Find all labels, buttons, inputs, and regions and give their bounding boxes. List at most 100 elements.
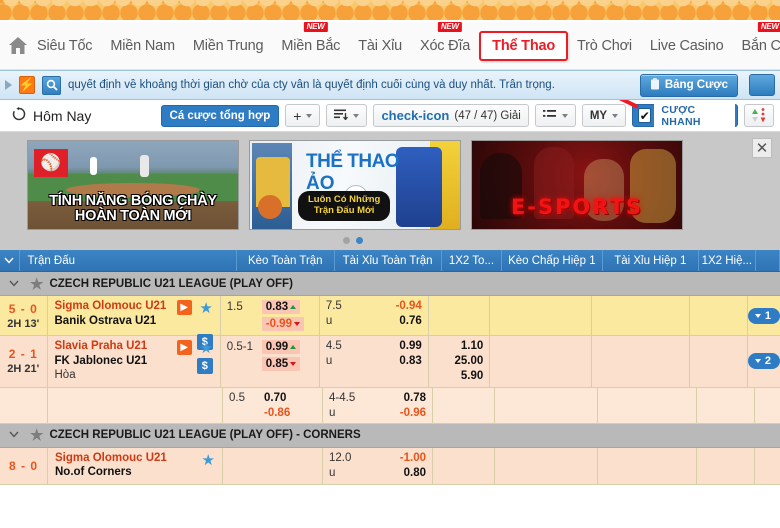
one-x-two-half-cell[interactable] [690, 296, 748, 335]
handicap-full-cell[interactable]: 0.5-10.990.85 [221, 336, 320, 387]
match-row[interactable]: 8 - 0Sigma Olomouc U21No.of Corners★12.0… [0, 448, 780, 485]
handicap-odds-home[interactable]: 0.99 [262, 340, 300, 354]
column-header-t-i-x-u-hi-p-1[interactable]: Tài Xỉu Hiệp 1 [603, 250, 700, 271]
combo-bet-button[interactable]: Cá cược tổng hợp [161, 105, 280, 127]
nav-item-t-i-x-u[interactable]: Tài Xỉu [349, 34, 411, 58]
one-x-two-full-cell[interactable] [429, 296, 490, 335]
one-x-two-half-cell[interactable] [697, 448, 755, 484]
over-under-half-cell[interactable] [598, 388, 697, 423]
column-header-1x2-hi-[interactable]: 1X2 Hiệ... [699, 250, 756, 271]
live-stream-icon[interactable]: ▶ [177, 340, 192, 355]
away-team[interactable]: Banik Ostrava U21 [55, 315, 215, 329]
column-header-k-o-to-n-tr-n[interactable]: Kèo Toàn Trận [237, 250, 334, 271]
nav-item-b-n-c-[interactable]: Bắn CáNEW [732, 34, 780, 58]
search-icon[interactable] [42, 76, 61, 95]
handicap-half-cell[interactable] [490, 296, 592, 335]
collapse-all-icon[interactable] [0, 250, 20, 271]
home-icon[interactable] [8, 36, 28, 55]
lightning-icon[interactable]: ⚡ [19, 76, 35, 94]
carousel-dot-active[interactable] [356, 237, 363, 244]
leagues-filter-button[interactable]: check-icon (47 / 47) Giải [373, 104, 528, 127]
live-stream-icon[interactable]: ▶ [177, 300, 192, 315]
chevron-down-icon[interactable] [4, 278, 24, 290]
over-under-half-cell[interactable] [592, 296, 690, 335]
more-markets-pill[interactable]: 1 [748, 308, 780, 324]
over-under-full-cell[interactable]: 7.5-0.94u0.76 [320, 296, 429, 335]
column-header-k-o-ch-p-hi-p-1[interactable]: Kèo Chấp Hiệp 1 [502, 250, 602, 271]
star-icon[interactable]: ★ [202, 451, 215, 469]
more-markets-pill[interactable]: 2 [748, 353, 780, 369]
one-x-two-odds[interactable]: 1.10 [461, 340, 483, 352]
star-icon[interactable]: ★ [199, 339, 212, 357]
handicap-odds-away[interactable]: -0.86 [264, 407, 290, 419]
close-icon[interactable]: ✕ [752, 138, 772, 158]
one-x-two-full-cell[interactable] [433, 448, 495, 484]
handicap-odds-home[interactable]: 0.70 [264, 392, 286, 404]
over-odds[interactable]: 0.99 [399, 340, 421, 352]
column-header-blank[interactable] [756, 250, 780, 271]
under-odds[interactable]: -0.96 [400, 407, 426, 419]
handicap-odds-home[interactable]: 0.83 [262, 300, 300, 314]
odds-format-button[interactable]: MY [582, 104, 626, 127]
under-odds[interactable]: 0.76 [399, 315, 421, 327]
add-button[interactable]: + [285, 104, 320, 127]
nav-item-mi-n-trung[interactable]: Miền Trung [184, 34, 273, 58]
star-icon[interactable]: ★ [199, 299, 212, 317]
carousel-dot[interactable] [343, 237, 350, 244]
one-x-two-full-cell[interactable]: 1.1025.005.90 [429, 336, 490, 387]
esports-banner[interactable]: E-SPORTS [471, 140, 683, 230]
over-odds[interactable]: -0.94 [396, 300, 422, 312]
league-header-row[interactable]: ★CZECH REPUBLIC U21 LEAGUE (PLAY OFF) [0, 272, 780, 296]
star-icon[interactable]: ★ [30, 426, 43, 444]
view-mode-button[interactable] [535, 104, 576, 127]
star-icon[interactable]: ★ [30, 275, 43, 293]
handicap-full-cell[interactable] [223, 448, 323, 484]
fast-bet-checkbox[interactable]: ✔ [638, 108, 651, 123]
notice-extra-button[interactable] [749, 74, 775, 96]
over-odds[interactable]: -1.00 [400, 452, 426, 464]
under-odds[interactable]: 0.80 [404, 467, 426, 479]
nav-item-x-c-a[interactable]: Xóc ĐĩaNEW [411, 34, 479, 58]
cashout-icon[interactable]: $ [197, 358, 213, 374]
column-header-tr-n-u[interactable]: Trận Đấu [20, 250, 238, 271]
today-selector[interactable]: Hôm Nay [6, 107, 155, 124]
over-odds[interactable]: 0.78 [404, 392, 426, 404]
over-under-half-cell[interactable] [592, 336, 690, 387]
over-under-full-cell[interactable]: 4.50.99u0.83 [320, 336, 429, 387]
one-x-two-half-cell[interactable] [697, 388, 755, 423]
home-team[interactable]: Sigma Olomouc U21 [55, 452, 217, 466]
one-x-two-half-cell[interactable] [690, 336, 748, 387]
nav-item-live-casino[interactable]: Live Casino [641, 34, 733, 58]
one-x-two-full-cell[interactable] [433, 388, 495, 423]
handicap-full-cell[interactable]: 1.50.83-0.99 [221, 296, 320, 335]
away-team[interactable]: No.of Corners [55, 466, 217, 480]
nav-item-tr-ch-i[interactable]: Trò Chơi [568, 34, 641, 58]
handicap-odds-away[interactable]: -0.99 [262, 317, 304, 331]
sort-button[interactable] [326, 104, 367, 127]
one-x-two-odds[interactable]: 25.00 [454, 355, 483, 367]
match-row[interactable]: 0.50.70-0.864-4.50.78u-0.96 [0, 388, 780, 424]
nav-item-th-thao[interactable]: Thể Thao [479, 31, 568, 61]
nav-item-mi-n-b-c[interactable]: Miền BắcNEW [272, 34, 349, 58]
sort-updown-button[interactable] [744, 104, 774, 127]
handicap-half-cell[interactable] [495, 388, 598, 423]
match-row[interactable]: 2 - 12H 21'Slavia Praha U21FK Jablonec U… [0, 336, 780, 388]
away-team[interactable]: FK Jablonec U21 [55, 355, 215, 369]
league-header-row[interactable]: ★CZECH REPUBLIC U21 LEAGUE (PLAY OFF) - … [0, 424, 780, 448]
fast-bet-toggle[interactable]: ✔ CƯỢC NHANH [632, 104, 738, 127]
nav-item-mi-n-nam[interactable]: Miền Nam [101, 34, 183, 58]
over-under-full-cell[interactable]: 12.0-1.00u0.80 [323, 448, 433, 484]
under-odds[interactable]: 0.83 [399, 355, 421, 367]
handicap-half-cell[interactable] [490, 336, 592, 387]
carousel-dots[interactable] [343, 237, 363, 244]
chevron-down-icon[interactable] [4, 429, 24, 441]
column-header-t-i-x-u-to-n-tr-n[interactable]: Tài Xỉu Toàn Trận [335, 250, 442, 271]
over-under-full-cell[interactable]: 4-4.50.78u-0.96 [323, 388, 433, 423]
bet-slip-button[interactable]: Bảng Cược [640, 74, 738, 97]
over-under-half-cell[interactable] [598, 448, 697, 484]
baseball-banner[interactable]: ⚾ TÍNH NĂNG BÓNG CHÀY HOÀN TOÀN MỚI [27, 140, 239, 230]
handicap-full-cell[interactable]: 0.50.70-0.86 [223, 388, 323, 423]
nav-item-si-u-t-c[interactable]: Siêu Tốc [28, 34, 101, 58]
virtual-sports-banner[interactable]: THỂ THAO ẢO Luôn Có Những Trận Đấu Mới [249, 140, 461, 230]
handicap-half-cell[interactable] [495, 448, 598, 484]
